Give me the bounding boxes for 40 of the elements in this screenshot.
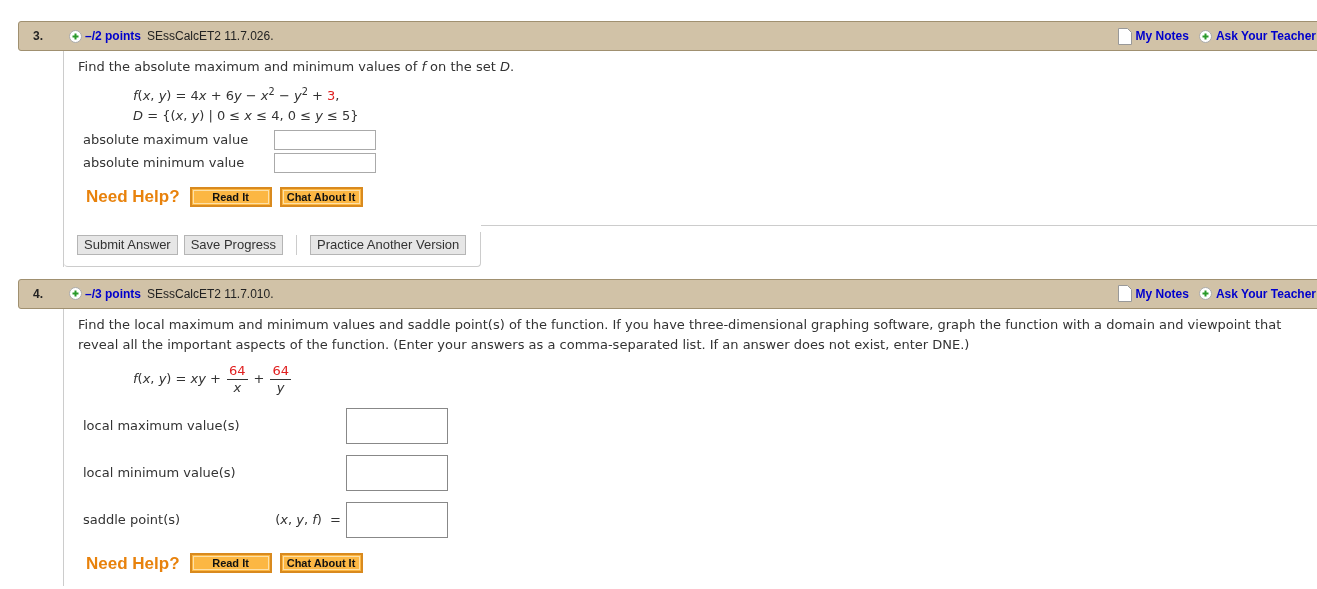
need-help-label: Need Help?	[86, 186, 180, 208]
action-button[interactable]: Submit Answer	[77, 234, 178, 255]
help-button[interactable]: Chat About It	[279, 186, 363, 207]
problem-source: SEssCalcET2 11.7.026.	[147, 28, 274, 45]
ask-teacher-link[interactable]: Ask Your Teacher	[1215, 284, 1316, 303]
plus-icon[interactable]	[69, 287, 82, 300]
plus-icon[interactable]	[69, 29, 82, 43]
question-prompt: Find the absolute maximum and minimum values of f on the set D.	[78, 58, 516, 76]
answer-field[interactable]	[274, 130, 376, 150]
answer-prefix: (x, y, f) =	[275, 511, 341, 527]
question-number: 3.	[32, 28, 44, 45]
answer-label: local maximum value(s)	[83, 416, 241, 435]
help-button[interactable]: Read It	[189, 553, 272, 574]
answer-field[interactable]	[346, 454, 448, 491]
formula-line: f(x, y) = 4x + 6y − x$^{2}$ − y$^{2}$ + 3,	[133, 87, 341, 105]
question-prompt: Find the local maximum and minimum values and saddle point(s) of the function. If you have three-dimensional graphing software, graph the function with a domain and viewpoint that reveal all the important aspects of the function. (Enter your answers as a comma-separated list. If an answer does not exist, enter DNE.)	[78, 315, 1283, 354]
points-link[interactable]: –/3 points	[85, 284, 141, 303]
problem-source: SEssCalcET2 11.7.010.	[147, 285, 274, 303]
my-notes-link[interactable]: My Notes	[1135, 284, 1189, 303]
answer-label: saddle point(s)	[83, 510, 182, 529]
action-button[interactable]: Save Progress	[183, 234, 283, 255]
plus-icon[interactable]	[1198, 29, 1212, 43]
question-number: 4.	[32, 285, 44, 303]
answer-label: absolute minimum value	[83, 154, 246, 173]
answer-field[interactable]	[346, 407, 448, 444]
answer-field[interactable]	[346, 501, 448, 538]
help-button[interactable]: Chat About It	[279, 553, 363, 574]
points-link[interactable]: –/2 points	[85, 27, 141, 45]
formula-line: D = {(x, y) | 0 ≤ x ≤ 4, 0 ≤ y ≤ 5}	[133, 107, 360, 125]
my-notes-link[interactable]: My Notes	[1135, 27, 1189, 45]
ask-teacher-link[interactable]: Ask Your Teacher	[1215, 27, 1316, 45]
answer-label: local minimum value(s)	[83, 463, 237, 482]
plus-icon[interactable]	[1198, 287, 1212, 300]
need-help-label: Need Help?	[86, 552, 180, 575]
help-button[interactable]: Read It	[189, 186, 272, 207]
note-icon[interactable]	[1117, 27, 1132, 45]
answer-label: absolute maximum value	[83, 131, 250, 150]
note-icon[interactable]	[1117, 285, 1132, 302]
answer-field[interactable]	[274, 153, 376, 173]
action-button[interactable]: Practice Another Version	[309, 234, 467, 255]
